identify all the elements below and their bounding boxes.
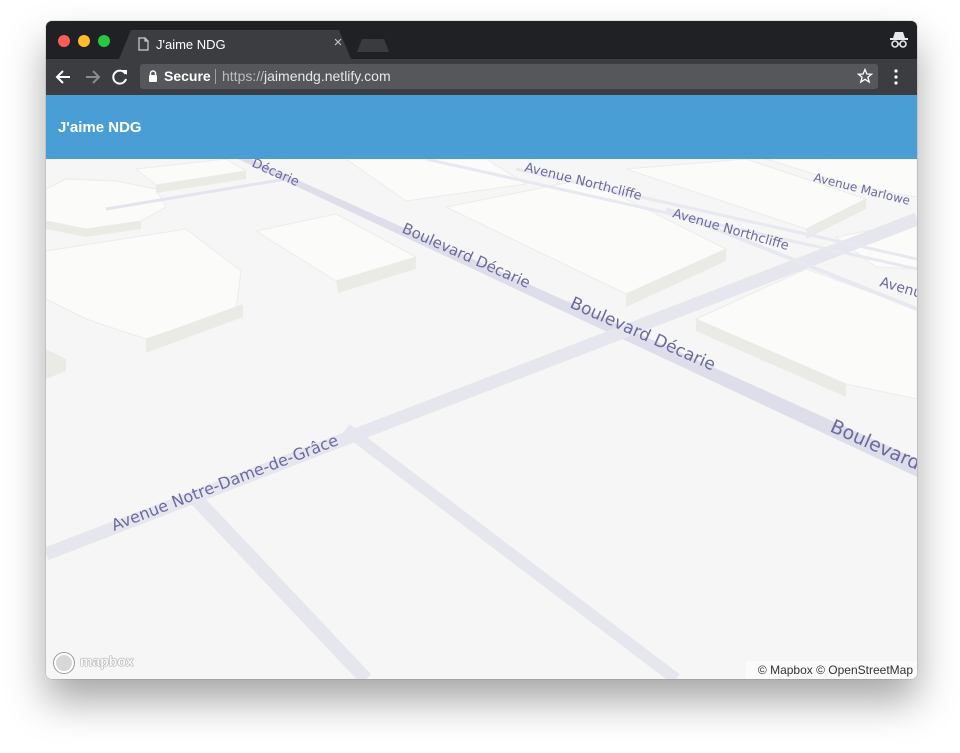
address-separator — [215, 69, 216, 84]
lock-icon — [149, 70, 157, 82]
label-decarie-3: Boulevard — [827, 415, 917, 474]
browser-toolbar: Secure https://jaimendg.netlify.com — [46, 59, 917, 95]
incognito-icon — [890, 32, 908, 48]
close-icon[interactable]: × — [331, 35, 345, 51]
page-icon — [138, 37, 149, 51]
forward-icon[interactable] — [82, 67, 102, 87]
url-text[interactable]: https://jaimendg.netlify.com — [222, 68, 391, 84]
app-title: J'aime NDG — [58, 119, 142, 136]
url-scheme: https:// — [222, 68, 265, 84]
map-canvas[interactable]: Décarie Boulevard Décarie Boulevard Déca… — [46, 159, 917, 679]
mapbox-logo[interactable]: mapbox — [52, 651, 138, 673]
browser-window: J'aime NDG × Secure https://jaimendg.net… — [46, 21, 917, 679]
url-host: jaimendg.netlify.com — [264, 68, 391, 84]
map-attribution[interactable]: © Mapbox © OpenStreetMap — [746, 661, 917, 679]
tab-title: J'aime NDG — [156, 37, 226, 52]
address-bar[interactable]: Secure https://jaimendg.netlify.com — [140, 64, 878, 89]
reload-icon[interactable] — [110, 67, 130, 87]
tab-strip: J'aime NDG × — [46, 21, 917, 59]
buildings — [46, 159, 917, 400]
menu-icon[interactable] — [894, 69, 898, 85]
label-decarie-top: Décarie — [249, 159, 301, 190]
back-icon[interactable] — [54, 67, 74, 87]
mapbox-logo-text: mapbox — [80, 653, 134, 669]
window-close-button[interactable] — [58, 35, 70, 47]
window-minimize-button[interactable] — [78, 35, 90, 47]
star-icon[interactable] — [857, 68, 873, 84]
map-svg[interactable]: Décarie Boulevard Décarie Boulevard Déca… — [46, 159, 917, 679]
label-notre-dame-de-grace: Avenue Notre-Dame-de-Grâce — [109, 430, 341, 534]
secure-label: Secure — [164, 68, 211, 84]
app-header: J'aime NDG — [46, 95, 917, 159]
mapbox-logo-icon — [54, 653, 74, 673]
new-tab-button[interactable] — [357, 39, 389, 52]
tab-active[interactable]: J'aime NDG × — [119, 30, 351, 59]
window-maximize-button[interactable] — [98, 35, 110, 47]
